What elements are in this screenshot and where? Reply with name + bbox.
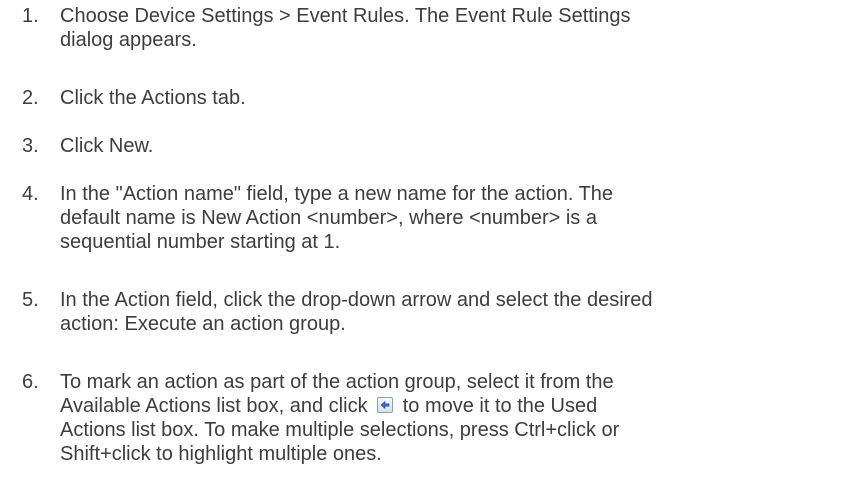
step-text: In the Action field, click the drop-down… [60,288,840,336]
step-number: 2. [22,87,39,109]
step-text: In the "Action name" field, type a new n… [60,182,840,254]
move-left-arrow-icon [377,397,394,413]
step-line: In the "Action name" field, type a new n… [60,183,614,205]
step-line: sequential number starting at 1. [60,231,341,253]
step-number: 5. [22,289,39,311]
step-text: To mark an action as part of the action … [60,370,840,466]
step-line: Actions list box. To make multiple selec… [60,419,620,441]
step-text: Click New. [60,134,840,158]
step-line: Shift+click to highlight multiple ones. [60,443,382,465]
step-line: Click New. [60,135,154,157]
step-line: default name is New Action <number>, whe… [60,207,597,229]
step-number: 3. [22,135,39,157]
step-number: 1. [22,5,39,27]
step-line-with-icon: Available Actions list box, and click to… [60,394,840,418]
step-line-before-icon: Available Actions list box, and click [60,395,368,417]
step-text: Click the Actions tab. [60,86,840,110]
step-line: dialog appears. [60,29,197,51]
step-line: To mark an action as part of the action … [60,371,614,393]
step-line: Click the Actions tab. [60,87,246,109]
step-number: 4. [22,183,39,205]
step-line-after-icon: to move it to the Used [402,395,598,417]
step-line: action: Execute an action group. [60,313,346,335]
step-line: In the Action field, click the drop-down… [60,289,653,311]
step-text: Choose Device Settings > Event Rules. Th… [60,4,840,52]
step-number: 6. [22,371,39,393]
step-line: Choose Device Settings > Event Rules. Th… [60,5,631,27]
